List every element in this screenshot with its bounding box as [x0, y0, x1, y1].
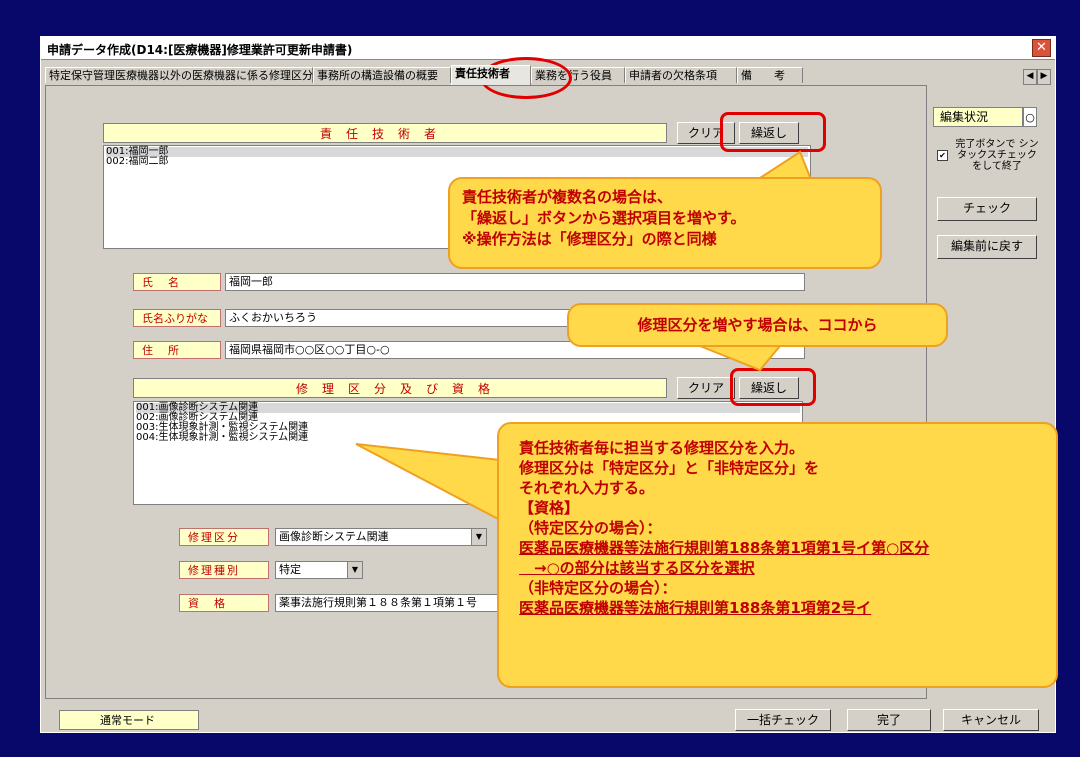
repair-type-value: 特定 [279, 563, 301, 576]
repair-category-select[interactable]: 画像診断システム関連 ▼ [275, 528, 487, 546]
qualification-field[interactable]: 薬事法施行規則第１８８条第１項第１号 [275, 594, 535, 612]
callout-text: 責任技術者毎に担当する修理区分を入力。 [519, 439, 805, 457]
title-bar: 申請データ作成(D14:[医療機器]修理業許可更新申請書) ✕ [41, 37, 1055, 60]
syntax-check-label: 完了ボタンで シンタックスチェック をして終了 [955, 139, 1039, 172]
callout-text: それぞれ入力する。 [519, 479, 655, 497]
address-label: 住 所 [133, 341, 221, 359]
chevron-down-icon[interactable]: ▼ [347, 562, 362, 578]
callout-text: 修理区分は「特定区分」と「非特定区分」を [519, 459, 820, 477]
callout-text: （非特定区分の場合）： [519, 579, 677, 597]
callout-text: （特定区分の場合）： [519, 519, 662, 537]
callout-text: 責任技術者が複数名の場合は、 [462, 188, 673, 206]
callout-repair-qualification: 責任技術者毎に担当する修理区分を入力。 修理区分は「特定区分」と「非特定区分」を… [497, 422, 1058, 688]
repair-clear-button[interactable]: クリア [677, 377, 735, 399]
tab-responsible-engineer[interactable]: 責任技術者 [451, 65, 531, 85]
revert-button[interactable]: 編集前に戻す [937, 235, 1037, 259]
tab-scroll-left-icon[interactable]: ◀ [1023, 69, 1037, 85]
callout-text: 医薬品医療機器等法施行規則第188条第1項第1号イ第○区分 [519, 539, 930, 557]
close-button[interactable]: ✕ [1032, 39, 1051, 57]
callout-text: 【資格】 [519, 499, 580, 517]
callout-multiple-engineers: 責任技術者が複数名の場合は、 「繰返し」ボタンから選択項目を増やす。 ※操作方法… [448, 177, 882, 269]
qualification-label: 資 格 [179, 594, 269, 612]
edit-status-value: ○ [1023, 107, 1037, 127]
side-panel: 編集状況 ○ ✔ 完了ボタンで シンタックスチェック をして終了 チェック 編集… [933, 95, 1043, 271]
name-label: 氏 名 [133, 273, 221, 291]
furigana-label: 氏名ふりがな [133, 309, 221, 327]
cancel-button[interactable]: キャンセル [943, 709, 1039, 731]
repair-category-value: 画像診断システム関連 [279, 530, 389, 543]
mode-indicator: 通常モード [59, 710, 199, 730]
tab-office-structure[interactable]: 事務所の構造設備の概要 [313, 67, 451, 83]
callout-text: ※操作方法は「修理区分」の際と同様 [462, 230, 717, 248]
callout-add-category: 修理区分を増やす場合は、ココから [567, 303, 948, 347]
repair-type-select[interactable]: 特定 ▼ [275, 561, 363, 579]
tab-scroll: ◀ ▶ [1023, 67, 1051, 85]
engineer-header: 責任技術者 [103, 123, 667, 143]
repeat-highlight-2 [730, 368, 816, 406]
callout-text: 医薬品医療機器等法施行規則第188条第1項第2号イ [519, 599, 872, 617]
tab-scroll-right-icon[interactable]: ▶ [1037, 69, 1051, 85]
list-item[interactable]: 002:福岡二郎 [106, 157, 808, 167]
bulk-check-button[interactable]: 一括チェック [735, 709, 831, 731]
name-field[interactable]: 福岡一郎 [225, 273, 805, 291]
check-button[interactable]: チェック [937, 197, 1037, 221]
repair-qual-header: 修理区分及び資格 [133, 378, 667, 398]
list-item[interactable]: 001:福岡一郎 [106, 147, 808, 157]
tab-remarks[interactable]: 備 考 [737, 67, 803, 83]
tab-repair-category-nonspecial[interactable]: 特定保守管理医療機器以外の医療機器に係る修理区分 [45, 67, 313, 83]
checkbox-check-icon[interactable]: ✔ [937, 150, 948, 161]
window-title: 申請データ作成(D14:[医療機器]修理業許可更新申請書) [47, 43, 353, 57]
repair-category-label: 修理区分 [179, 528, 269, 546]
repeat-highlight-1 [720, 112, 826, 152]
chevron-down-icon[interactable]: ▼ [471, 529, 486, 545]
tab-disqualification[interactable]: 申請者の欠格条項 [625, 67, 737, 83]
done-button[interactable]: 完了 [847, 709, 931, 731]
callout-text: →○の部分は該当する区分を選択 [519, 559, 755, 577]
repair-type-label: 修理種別 [179, 561, 269, 579]
edit-status-label: 編集状況 [933, 107, 1023, 127]
callout-text: 「繰返し」ボタンから選択項目を増やす。 [462, 209, 746, 227]
